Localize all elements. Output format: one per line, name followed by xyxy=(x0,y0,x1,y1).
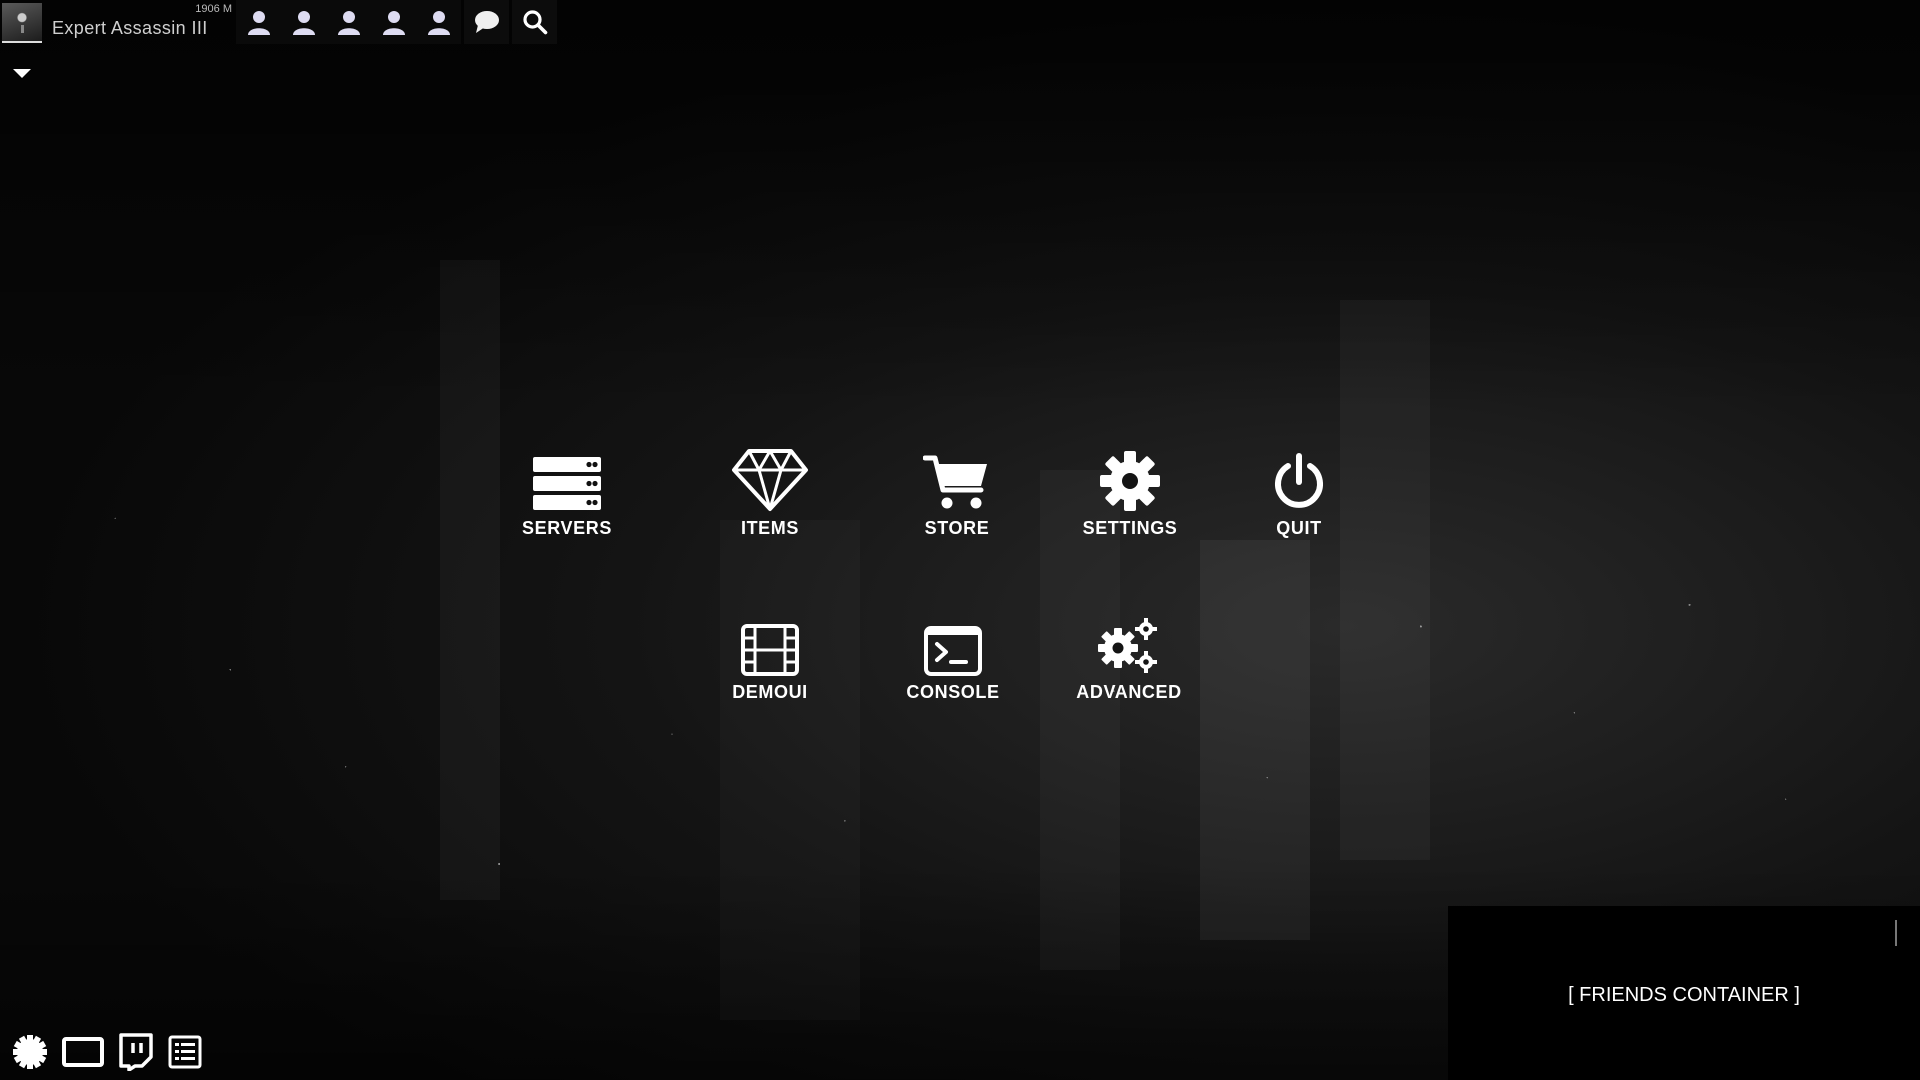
twitch-icon xyxy=(119,1033,153,1071)
party-slot-4-button[interactable] xyxy=(371,0,416,44)
window-icon xyxy=(62,1037,104,1067)
advanced-label: ADVANCED xyxy=(1076,682,1182,702)
badge-button[interactable] xyxy=(12,1032,48,1072)
cart-icon xyxy=(923,455,987,509)
chevron-down-icon[interactable] xyxy=(13,69,31,78)
party-slot-5-button[interactable] xyxy=(416,0,461,44)
gear-icon xyxy=(1100,451,1160,511)
bottom-toolbar xyxy=(12,1032,202,1072)
friends-container-label: [ FRIENDS CONTAINER ] xyxy=(1568,984,1800,1006)
rank-title: Expert Assassin III xyxy=(52,18,208,38)
party-slot-3-button[interactable] xyxy=(326,0,371,44)
diamond-icon xyxy=(732,449,808,511)
quit-label: QUIT xyxy=(1276,518,1322,538)
avatar[interactable] xyxy=(2,3,42,43)
user-icon xyxy=(247,11,270,35)
friends-container[interactable]: [ FRIENDS CONTAINER ] xyxy=(1448,906,1920,1080)
background-building xyxy=(1200,540,1310,940)
console-label: CONSOLE xyxy=(906,682,1000,702)
film-icon xyxy=(741,624,799,676)
console-button[interactable]: CONSOLE xyxy=(878,610,1028,703)
search-icon xyxy=(522,10,547,35)
twitch-button[interactable] xyxy=(118,1032,154,1072)
gears-icon xyxy=(1098,618,1157,673)
demoui-button[interactable]: DEMOUI xyxy=(695,610,845,703)
store-label: STORE xyxy=(924,518,990,538)
chat-icon xyxy=(474,11,499,33)
demoui-label: DEMOUI xyxy=(732,682,808,702)
search-button[interactable] xyxy=(512,0,557,44)
user-icon xyxy=(382,11,405,35)
quit-button[interactable]: QUIT xyxy=(1224,446,1374,539)
servers-label: SERVERS xyxy=(522,518,612,538)
items-button[interactable]: ITEMS xyxy=(695,446,845,539)
background-building xyxy=(1340,300,1430,860)
background-building xyxy=(1040,470,1120,970)
advanced-button[interactable]: ADVANCED xyxy=(1054,610,1204,703)
user-icon xyxy=(292,11,315,35)
servers-button[interactable]: SERVERS xyxy=(492,446,642,539)
party-slot-2-button[interactable] xyxy=(281,0,326,44)
elo-rating: 1906 M xyxy=(195,3,232,15)
items-label: ITEMS xyxy=(740,518,799,538)
chat-button[interactable] xyxy=(464,0,509,44)
list-button[interactable] xyxy=(168,1032,202,1072)
party-slot-1-button[interactable] xyxy=(236,0,281,44)
store-button[interactable]: STORE xyxy=(882,446,1032,539)
profile-info[interactable]: 1906 M Expert Assassin III xyxy=(48,0,236,44)
settings-button[interactable]: SETTINGS xyxy=(1055,446,1205,539)
background-building xyxy=(720,520,860,1020)
terminal-icon xyxy=(924,626,982,676)
servers-icon xyxy=(533,457,601,510)
background-building xyxy=(440,260,500,900)
list-icon xyxy=(168,1035,202,1069)
user-icon xyxy=(337,11,360,35)
settings-label: SETTINGS xyxy=(1082,518,1178,538)
power-icon xyxy=(1275,453,1323,508)
gear-badge-icon xyxy=(13,1035,47,1069)
top-bar: 1906 M Expert Assassin III xyxy=(0,0,557,44)
window-button[interactable] xyxy=(62,1032,104,1072)
user-icon xyxy=(427,11,450,35)
scrollbar[interactable] xyxy=(1895,920,1897,946)
